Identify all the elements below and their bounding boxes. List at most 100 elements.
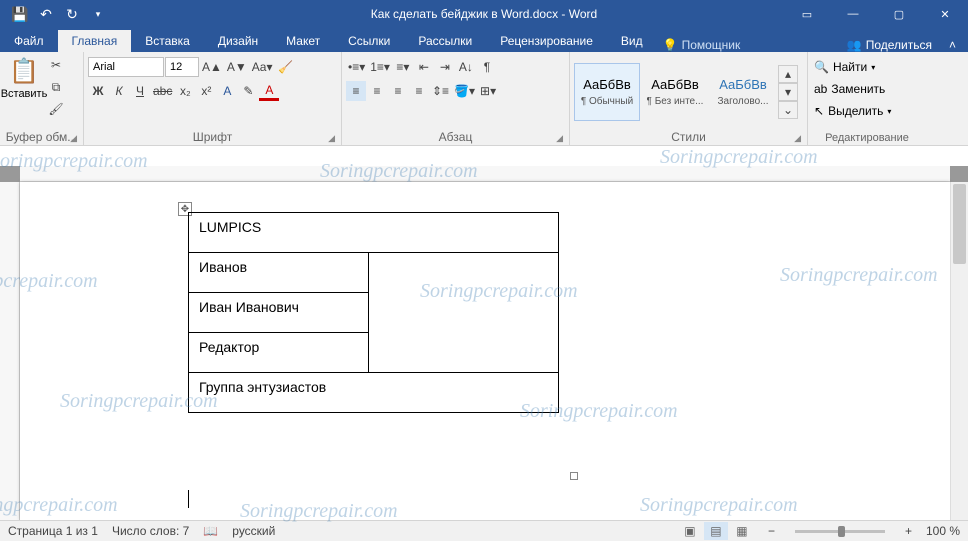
tab-review[interactable]: Рецензирование bbox=[486, 30, 607, 52]
vertical-ruler[interactable] bbox=[0, 182, 20, 520]
close-button[interactable]: ✕ bbox=[922, 0, 968, 28]
document-page[interactable]: ✥ LUMPICS Иванов Иван Иванович Редактор … bbox=[20, 182, 950, 520]
collapse-ribbon-button[interactable]: ˄ bbox=[949, 38, 956, 52]
dialog-launcher-icon[interactable]: ◢ bbox=[328, 133, 335, 144]
text-cursor bbox=[188, 490, 189, 508]
font-color-button[interactable]: A bbox=[259, 81, 279, 101]
subscript-button[interactable]: x₂ bbox=[175, 81, 195, 101]
align-right-button[interactable]: ≡ bbox=[388, 81, 408, 101]
minimize-button[interactable]: — bbox=[830, 0, 876, 28]
shrink-font-button[interactable]: A▼ bbox=[225, 57, 249, 77]
bullets-button[interactable]: •≡▾ bbox=[346, 57, 367, 77]
paste-button[interactable]: 📋 Вставить bbox=[4, 55, 44, 129]
style-preview: АаБбВв bbox=[651, 77, 699, 92]
tab-view[interactable]: Вид bbox=[607, 30, 657, 52]
zoom-out-button[interactable]: − bbox=[768, 524, 775, 538]
replace-label: Заменить bbox=[831, 82, 885, 96]
scroll-down-icon[interactable]: ▾ bbox=[778, 83, 798, 101]
group-label-paragraph: Абзац◢ bbox=[346, 129, 565, 145]
grow-font-button[interactable]: A▲ bbox=[200, 57, 224, 77]
read-mode-button[interactable]: ▣ bbox=[678, 522, 702, 540]
tab-mailings[interactable]: Рассылки bbox=[404, 30, 486, 52]
styles-gallery-scroll[interactable]: ▴ ▾ ⌄ bbox=[778, 65, 798, 119]
table-cell[interactable]: LUMPICS bbox=[189, 213, 559, 253]
line-spacing-button[interactable]: ⇕≡ bbox=[430, 81, 451, 101]
copy-button[interactable]: ⧉ bbox=[46, 77, 66, 97]
borders-button[interactable]: ⊞▾ bbox=[478, 81, 498, 101]
proofing-icon[interactable]: 📖 bbox=[203, 524, 218, 538]
clear-formatting-button[interactable]: 🧹 bbox=[275, 57, 295, 77]
dialog-launcher-icon[interactable]: ◢ bbox=[794, 133, 801, 144]
page-indicator[interactable]: Страница 1 из 1 bbox=[8, 524, 98, 538]
table-cell[interactable] bbox=[369, 253, 559, 373]
share-button[interactable]: 👥Поделиться bbox=[847, 38, 932, 52]
underline-button[interactable]: Ч bbox=[130, 81, 150, 101]
numbering-button[interactable]: 1≡▾ bbox=[368, 57, 392, 77]
undo-button[interactable]: ↶ bbox=[34, 2, 58, 26]
cut-button[interactable]: ✂ bbox=[46, 55, 66, 75]
text-effects-button[interactable]: A bbox=[217, 81, 237, 101]
tab-design[interactable]: Дизайн bbox=[204, 30, 272, 52]
table-resize-handle[interactable] bbox=[570, 472, 578, 480]
style-no-spacing[interactable]: АаБбВв ¶ Без инте... bbox=[642, 63, 708, 121]
qat-dropdown[interactable]: ▾ bbox=[86, 2, 110, 26]
highlight-button[interactable]: ✎ bbox=[238, 81, 258, 101]
decrease-indent-button[interactable]: ⇤ bbox=[414, 57, 434, 77]
select-button[interactable]: ↖Выделить▾ bbox=[812, 101, 922, 121]
style-heading1[interactable]: АаБбВв Заголово... bbox=[710, 63, 776, 121]
dialog-launcher-icon[interactable]: ◢ bbox=[556, 133, 563, 144]
align-left-button[interactable]: ≡ bbox=[346, 81, 366, 101]
horizontal-ruler[interactable] bbox=[20, 166, 950, 182]
group-label-editing: Редактирование bbox=[812, 131, 922, 145]
zoom-level[interactable]: 100 % bbox=[926, 524, 960, 538]
font-size-combo[interactable]: 12 bbox=[165, 57, 199, 77]
maximize-button[interactable]: ▢ bbox=[876, 0, 922, 28]
bold-button[interactable]: Ж bbox=[88, 81, 108, 101]
change-case-button[interactable]: Aa▾ bbox=[250, 57, 275, 77]
scrollbar-thumb[interactable] bbox=[953, 184, 966, 264]
ribbon-options-button[interactable]: ▭ bbox=[784, 0, 830, 28]
table-cell[interactable]: Группа энтузиастов bbox=[189, 373, 559, 413]
show-marks-button[interactable]: ¶ bbox=[477, 57, 497, 77]
align-center-button[interactable]: ≡ bbox=[367, 81, 387, 101]
web-layout-button[interactable]: ▦ bbox=[730, 522, 754, 540]
print-layout-button[interactable]: ▤ bbox=[704, 522, 728, 540]
styles-more-icon[interactable]: ⌄ bbox=[778, 101, 798, 119]
format-painter-button[interactable]: 🖌 bbox=[46, 99, 66, 119]
table-cell[interactable]: Иван Иванович bbox=[189, 293, 369, 333]
language-indicator[interactable]: русский bbox=[232, 524, 275, 538]
sort-button[interactable]: A↓ bbox=[456, 57, 476, 77]
badge-table[interactable]: LUMPICS Иванов Иван Иванович Редактор Гр… bbox=[188, 212, 559, 413]
superscript-button[interactable]: x² bbox=[196, 81, 216, 101]
style-normal[interactable]: АаБбВв ¶ Обычный bbox=[574, 63, 640, 121]
tab-references[interactable]: Ссылки bbox=[334, 30, 404, 52]
shading-button[interactable]: 🪣▾ bbox=[452, 81, 477, 101]
find-button[interactable]: 🔍Найти▾ bbox=[812, 57, 922, 77]
justify-button[interactable]: ≡ bbox=[409, 81, 429, 101]
dialog-launcher-icon[interactable]: ◢ bbox=[70, 133, 77, 144]
clipboard-icon: 📋 bbox=[9, 57, 39, 86]
table-cell[interactable]: Иванов bbox=[189, 253, 369, 293]
group-styles: АаБбВв ¶ Обычный АаБбВв ¶ Без инте... Аа… bbox=[570, 52, 808, 145]
tab-insert[interactable]: Вставка bbox=[131, 30, 204, 52]
zoom-knob[interactable] bbox=[838, 526, 845, 537]
scroll-up-icon[interactable]: ▴ bbox=[778, 65, 798, 83]
italic-button[interactable]: К bbox=[109, 81, 129, 101]
font-name-combo[interactable]: Arial bbox=[88, 57, 164, 77]
multilevel-list-button[interactable]: ≡▾ bbox=[393, 57, 413, 77]
replace-icon: ab bbox=[814, 82, 827, 96]
word-count[interactable]: Число слов: 7 bbox=[112, 524, 189, 538]
increase-indent-button[interactable]: ⇥ bbox=[435, 57, 455, 77]
save-button[interactable]: 💾 bbox=[8, 2, 32, 26]
vertical-scrollbar[interactable] bbox=[950, 182, 968, 520]
zoom-in-button[interactable]: + bbox=[905, 524, 912, 538]
tab-home[interactable]: Главная bbox=[58, 30, 132, 52]
tell-me-box[interactable]: 💡Помощник bbox=[663, 38, 741, 52]
table-cell[interactable]: Редактор bbox=[189, 333, 369, 373]
tab-layout[interactable]: Макет bbox=[272, 30, 334, 52]
replace-button[interactable]: ab Заменить bbox=[812, 79, 922, 99]
strikethrough-button[interactable]: abc bbox=[151, 81, 174, 101]
zoom-slider[interactable] bbox=[795, 530, 885, 533]
redo-button[interactable]: ↻ bbox=[60, 2, 84, 26]
tab-file[interactable]: Файл bbox=[0, 30, 58, 52]
